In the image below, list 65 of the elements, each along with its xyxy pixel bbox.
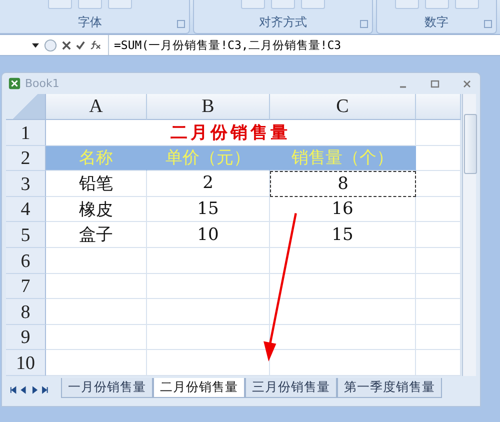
empty-cell bbox=[416, 274, 461, 300]
window-title: Book1 bbox=[25, 77, 60, 90]
toolbar-button[interactable] bbox=[241, 0, 266, 9]
sheet-tab[interactable]: 第一季度销售量 bbox=[337, 378, 442, 398]
column-header[interactable]: C bbox=[270, 94, 416, 120]
row-header[interactable]: 10 bbox=[6, 350, 46, 376]
circle-button-icon[interactable] bbox=[44, 38, 57, 52]
group-label: 字体 bbox=[78, 14, 102, 31]
column-header[interactable]: A bbox=[46, 94, 147, 120]
formula-text[interactable]: =SUM(一月份销售量!C3,二月份销售量!C3 bbox=[114, 38, 342, 52]
cancel-icon[interactable] bbox=[62, 40, 71, 50]
vertical-scrollbar[interactable] bbox=[462, 94, 476, 376]
empty-cell bbox=[416, 324, 461, 350]
column-header[interactable]: B bbox=[147, 94, 270, 120]
group-label: 数字 bbox=[424, 14, 449, 31]
table-cell: 单价（元） bbox=[147, 146, 270, 172]
empty-cell bbox=[416, 196, 461, 222]
caret-icon[interactable] bbox=[32, 42, 39, 48]
toolbar-button[interactable] bbox=[394, 0, 419, 9]
maximize-icon[interactable] bbox=[430, 78, 440, 88]
toolbar-button[interactable] bbox=[78, 0, 102, 9]
empty-cell bbox=[416, 248, 461, 274]
table-cell: 盒子 bbox=[46, 222, 147, 248]
column-header[interactable] bbox=[416, 94, 461, 120]
row-header[interactable]: 1 bbox=[6, 120, 46, 146]
sheet-tab[interactable]: 二月份销售量 bbox=[153, 378, 245, 398]
group-label: 对齐方式 bbox=[259, 14, 308, 31]
row-header[interactable]: 6 bbox=[6, 248, 46, 274]
row-header[interactable]: 9 bbox=[6, 324, 46, 350]
checkmark-icon[interactable] bbox=[76, 40, 85, 50]
toolbar-button[interactable] bbox=[108, 0, 132, 9]
row-header[interactable]: 8 bbox=[6, 299, 46, 325]
row-header[interactable]: 4 bbox=[6, 196, 46, 222]
function-icon[interactable] bbox=[90, 40, 101, 50]
dialog-launcher-icon[interactable] bbox=[360, 20, 368, 28]
empty-cell bbox=[416, 171, 461, 197]
close-icon[interactable] bbox=[462, 78, 472, 88]
row-header[interactable]: 3 bbox=[6, 171, 46, 197]
table-cell: 8 bbox=[270, 171, 416, 197]
toolbar-button[interactable] bbox=[271, 0, 296, 9]
row-header[interactable]: 5 bbox=[6, 222, 46, 248]
toolbar-button[interactable] bbox=[454, 0, 479, 9]
table-cell: 销售量（个） bbox=[270, 146, 416, 172]
table-cell: 2 bbox=[147, 171, 270, 197]
empty-cell bbox=[416, 120, 461, 146]
table-cell: 10 bbox=[147, 222, 270, 248]
toolbar-button[interactable] bbox=[424, 0, 449, 9]
sheet-tab[interactable]: 一月份销售量 bbox=[61, 378, 153, 398]
dialog-launcher-icon[interactable] bbox=[484, 20, 492, 28]
row-header[interactable]: 2 bbox=[6, 146, 46, 172]
table-cell: 铅笔 bbox=[46, 171, 147, 197]
spreadsheet-icon bbox=[8, 77, 21, 90]
table-cell: 15 bbox=[270, 222, 416, 248]
empty-cell bbox=[416, 299, 461, 325]
empty-cell bbox=[416, 222, 461, 248]
toolbar-button[interactable] bbox=[301, 0, 326, 9]
dialog-launcher-icon[interactable] bbox=[177, 20, 185, 28]
empty-cell bbox=[416, 350, 461, 376]
toolbar-button[interactable] bbox=[48, 0, 72, 9]
table-cell: 名称 bbox=[46, 146, 147, 172]
table-cell: 15 bbox=[147, 196, 270, 222]
table-cell: 16 bbox=[270, 196, 416, 222]
table-cell: 橡皮 bbox=[46, 196, 147, 222]
sheet-tab[interactable]: 三月份销售量 bbox=[245, 378, 337, 398]
row-header[interactable]: 7 bbox=[6, 274, 46, 300]
